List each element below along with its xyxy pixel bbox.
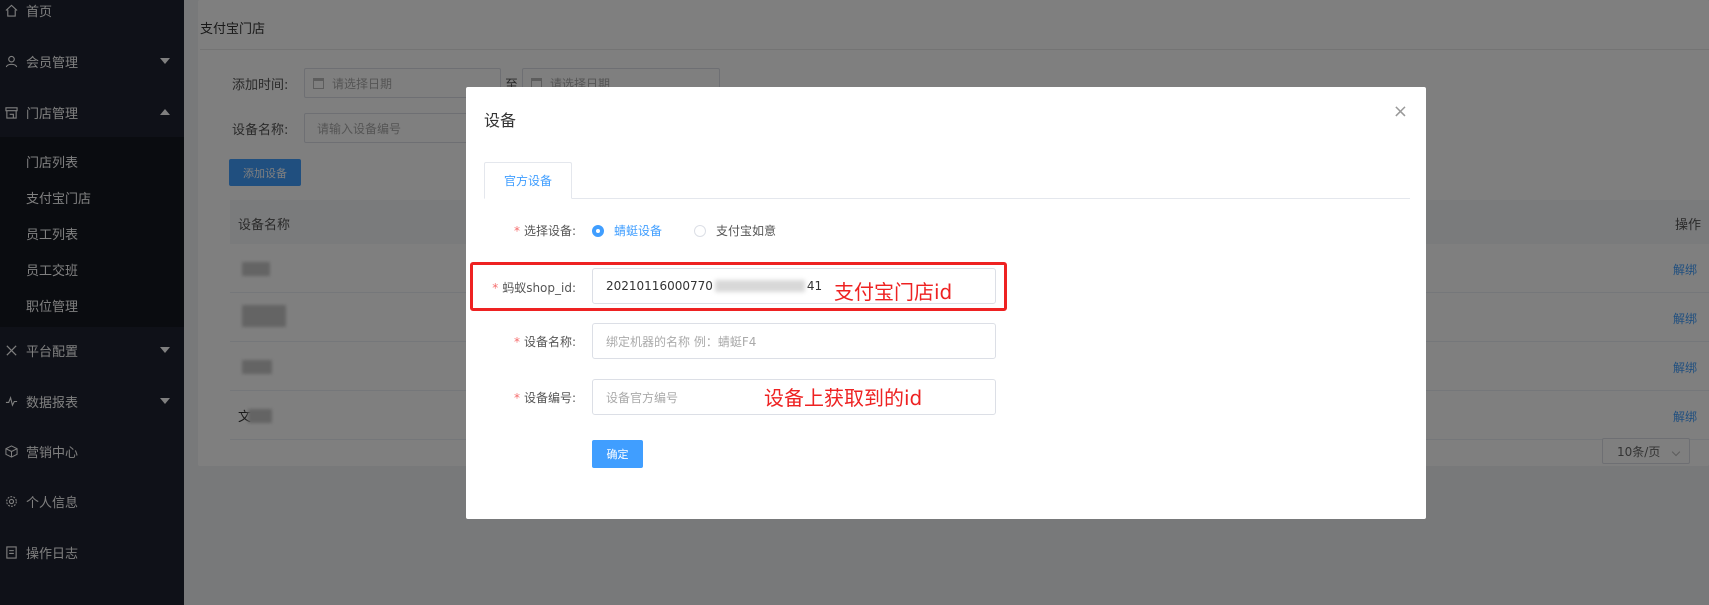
tab-official-device[interactable]: 官方设备 — [484, 162, 572, 199]
close-icon[interactable]: × — [1393, 103, 1408, 121]
device-name-input[interactable]: 绑定机器的名称 例：蜻蜓F4 — [592, 323, 996, 359]
device-no-label: * 设备编号: — [513, 391, 576, 405]
radio-alipay-ruyi[interactable]: 支付宝如意 — [694, 222, 776, 239]
select-device-label: * 选择设备: — [513, 224, 576, 238]
radio-unchecked-icon — [694, 224, 706, 237]
device-name-label: * 设备名称: — [513, 335, 576, 349]
radio-dragonfly-device[interactable]: 蜻蜓设备 — [592, 222, 662, 239]
annotation-device-id-note: 设备上获取到的id — [764, 386, 923, 410]
dialog-title: 设备 — [484, 111, 517, 130]
radio-checked-icon — [592, 224, 604, 237]
tabs-divider — [484, 198, 1410, 199]
annotation-shop-id-note: 支付宝门店id — [834, 280, 953, 304]
device-dialog: 设备 × 官方设备 * 选择设备: 蜻蜓设备 支付宝如意 * 蚂蚁shop_id: … — [466, 87, 1426, 519]
confirm-button[interactable]: 确定 — [592, 440, 643, 468]
